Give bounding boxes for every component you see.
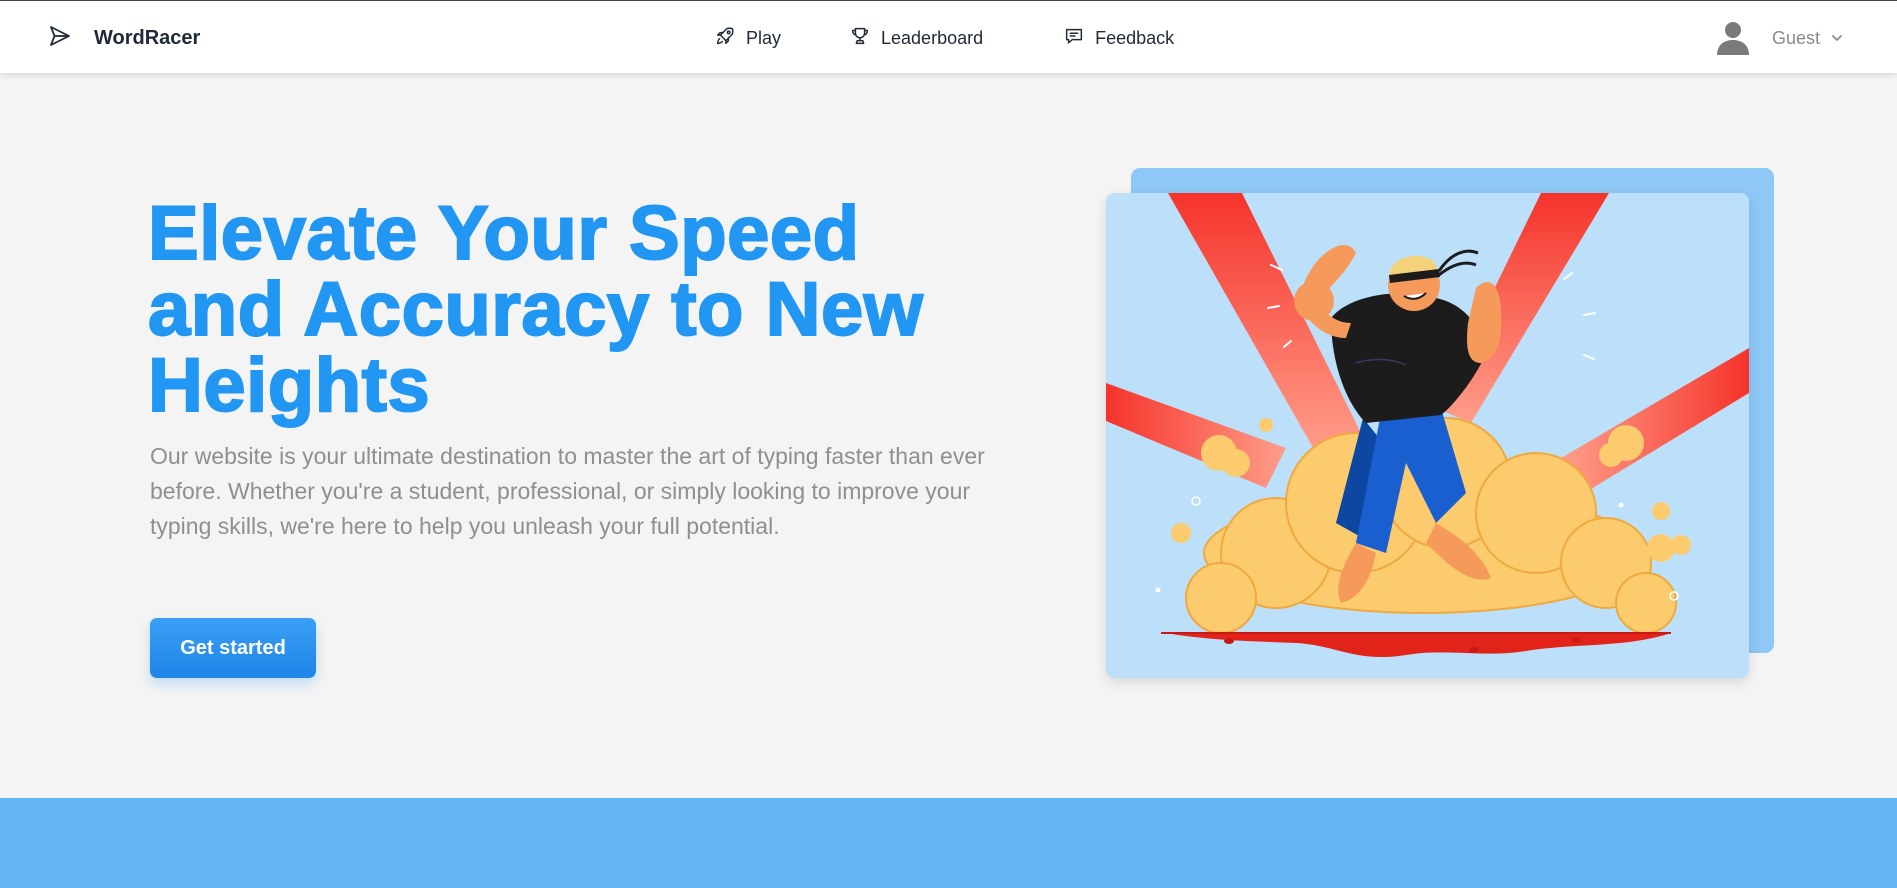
brand-home-link[interactable]: WordRacer [48,23,200,53]
paper-plane-icon [48,24,72,53]
nav-leaderboard[interactable]: Leaderboard [849,25,983,52]
footer-band [0,798,1897,888]
chat-icon [1063,25,1085,52]
brand-name: WordRacer [94,26,201,49]
nav-play[interactable]: Play [714,25,781,52]
rocket-icon [714,25,736,52]
user-name: Guest [1772,27,1821,48]
hero-description: Our website is your ultimate destination… [150,443,985,539]
hero-title: Elevate Your Speed and Accuracy to New H… [147,191,924,428]
chevron-down-icon [1820,31,1844,45]
nav-play-label: Play [746,27,782,48]
hero-illustration [1106,193,1749,678]
nav-feedback-label: Feedback [1095,27,1175,48]
user-avatar-icon [1714,19,1752,57]
trophy-icon [849,25,871,52]
get-started-button[interactable]: Get started [150,618,316,678]
top-navbar: WordRacer Play Leaderboard Feedback Gues… [0,0,1897,73]
user-menu[interactable]: Guest [1714,19,1844,57]
nav-leaderboard-label: Leaderboard [881,27,984,48]
nav-feedback[interactable]: Feedback [1063,25,1174,52]
main-nav: Play Leaderboard Feedback [714,23,1174,53]
